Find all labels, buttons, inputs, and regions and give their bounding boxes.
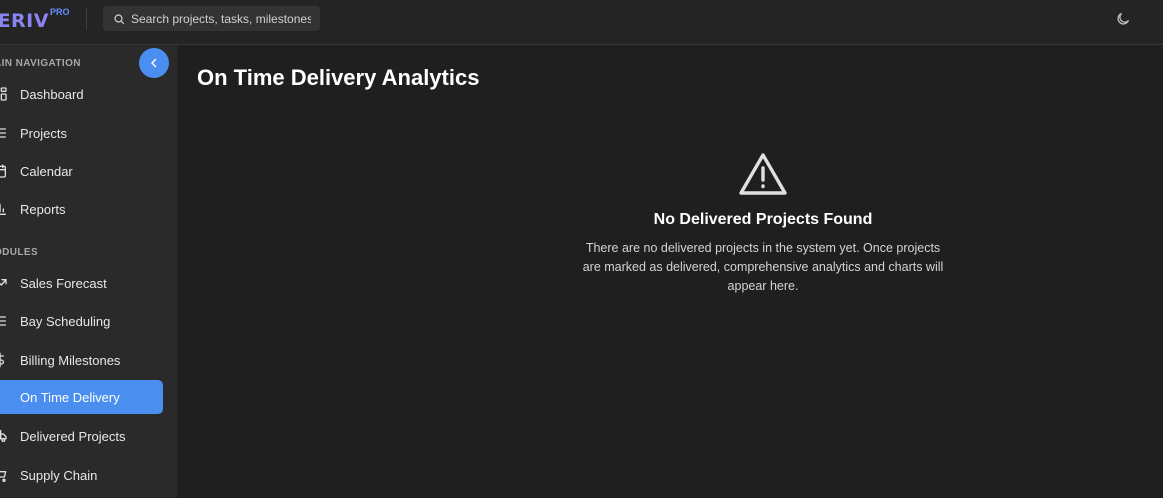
trending-up-icon — [0, 275, 14, 291]
sidebar-item-supply-chain[interactable]: Supply Chain — [0, 458, 163, 492]
chevron-left-icon — [151, 58, 157, 68]
moon-icon[interactable] — [1115, 11, 1131, 27]
search-box[interactable] — [103, 6, 320, 31]
sidebar-item-label: Bay Scheduling — [20, 313, 111, 329]
sidebar-item-label: Calendar — [20, 163, 73, 179]
top-bar: IERIV PRO — [0, 0, 1163, 45]
main-content: On Time Delivery Analytics No Delivered … — [177, 45, 1163, 498]
sidebar-item-projects[interactable]: Projects — [0, 116, 163, 150]
sidebar-item-label: Projects — [20, 125, 67, 141]
modules-label: ODULES — [0, 247, 39, 258]
sidebar-item-label: Supply Chain — [20, 467, 98, 483]
page-title: On Time Delivery Analytics — [197, 65, 480, 90]
empty-state: No Delivered Projects Found There are no… — [577, 151, 949, 296]
main-navigation-label: AIN NAVIGATION — [0, 58, 81, 69]
calendar-icon — [0, 163, 14, 179]
sidebar-item-sales-forecast[interactable]: Sales Forecast — [0, 266, 163, 300]
sidebar-item-label: Reports — [20, 201, 66, 217]
bar-chart-icon — [0, 201, 14, 217]
pro-badge: PRO — [50, 7, 70, 17]
sidebar-item-reports[interactable]: Reports — [0, 192, 163, 226]
sidebar-item-delivered-projects[interactable]: Delivered Projects — [0, 419, 163, 453]
sidebar-item-billing-milestones[interactable]: Billing Milestones — [0, 343, 163, 377]
sidebar-item-label: Delivered Projects — [20, 428, 126, 444]
sidebar-item-on-time-delivery[interactable]: On Time Delivery — [0, 380, 163, 414]
sidebar-item-dashboard[interactable]: Dashboard — [0, 77, 163, 111]
warning-icon — [739, 153, 787, 195]
app-logo[interactable]: IERIV — [0, 10, 49, 32]
sidebar: AIN NAVIGATION Dashboard Projects Calend… — [0, 45, 177, 498]
dollar-icon — [0, 352, 14, 368]
list-icon — [0, 313, 14, 329]
sidebar-item-label: Billing Milestones — [20, 352, 121, 368]
sidebar-item-label: Sales Forecast — [20, 275, 107, 291]
list-icon — [0, 125, 14, 141]
truck-icon — [0, 428, 14, 444]
empty-state-heading: No Delivered Projects Found — [653, 211, 873, 228]
empty-state-message: There are no delivered projects in the s… — [582, 241, 944, 293]
clock-icon — [0, 389, 14, 405]
search-input[interactable] — [131, 11, 311, 26]
sidebar-item-label: On Time Delivery — [20, 389, 120, 405]
header-divider — [86, 8, 87, 30]
sidebar-item-calendar[interactable]: Calendar — [0, 154, 163, 188]
sidebar-item-label: Dashboard — [20, 86, 84, 102]
collapse-sidebar-button[interactable] — [139, 48, 169, 78]
cart-icon — [0, 467, 14, 483]
search-icon — [114, 13, 125, 24]
dashboard-icon — [0, 86, 14, 102]
sidebar-item-bay-scheduling[interactable]: Bay Scheduling — [0, 304, 163, 338]
